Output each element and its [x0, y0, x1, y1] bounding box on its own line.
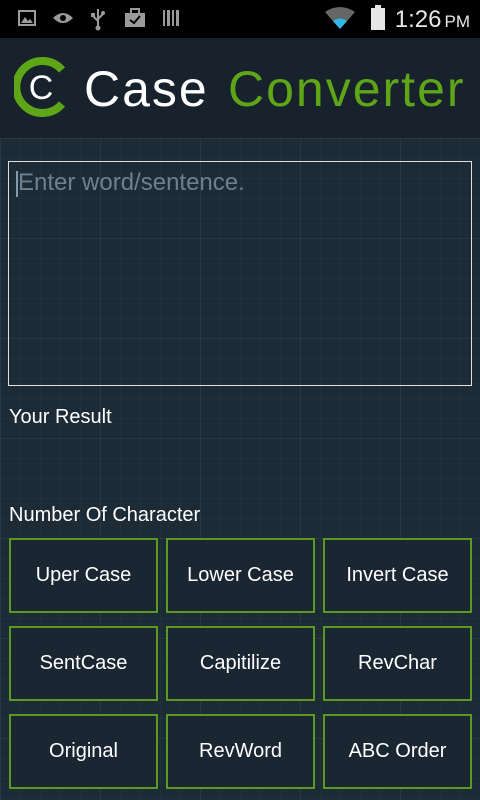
briefcase-icon — [125, 8, 145, 27]
original-button[interactable]: Original — [9, 714, 158, 789]
image-icon — [18, 10, 36, 26]
status-time-ampm: PM — [444, 12, 471, 31]
usb-icon — [91, 9, 105, 31]
status-bar: 1:26 PM — [0, 0, 480, 38]
battery-icon — [371, 5, 385, 30]
status-time: 1:26 PM — [395, 6, 470, 34]
app-logo: C — [14, 57, 66, 117]
result-label: Your Result — [9, 406, 112, 428]
reverse-word-button[interactable]: RevWord — [166, 714, 315, 789]
lower-case-button[interactable]: Lower Case — [166, 538, 315, 613]
invert-case-button[interactable]: Invert Case — [323, 538, 472, 613]
uper-case-button[interactable]: Uper Case — [9, 538, 158, 613]
capitalize-button[interactable]: Capitilize — [166, 626, 315, 701]
logo-letter: C — [29, 69, 54, 107]
barcode-icon — [163, 10, 179, 26]
app-header: C Case Converter — [0, 38, 480, 138]
character-count-label: Number Of Character — [9, 504, 201, 526]
app-title-case: Case — [84, 61, 209, 117]
sentence-case-button[interactable]: SentCase — [9, 626, 158, 701]
abc-order-button[interactable]: ABC Order — [323, 714, 472, 789]
eye-icon — [53, 13, 73, 23]
wifi-icon — [325, 7, 355, 29]
reverse-char-button[interactable]: RevChar — [323, 626, 472, 701]
app-title-converter: Converter — [228, 61, 466, 117]
status-time-value: 1:26 — [394, 6, 442, 33]
input-placeholder: Enter word/sentence. — [18, 169, 245, 196]
text-input-area[interactable]: Enter word/sentence. — [8, 161, 472, 386]
